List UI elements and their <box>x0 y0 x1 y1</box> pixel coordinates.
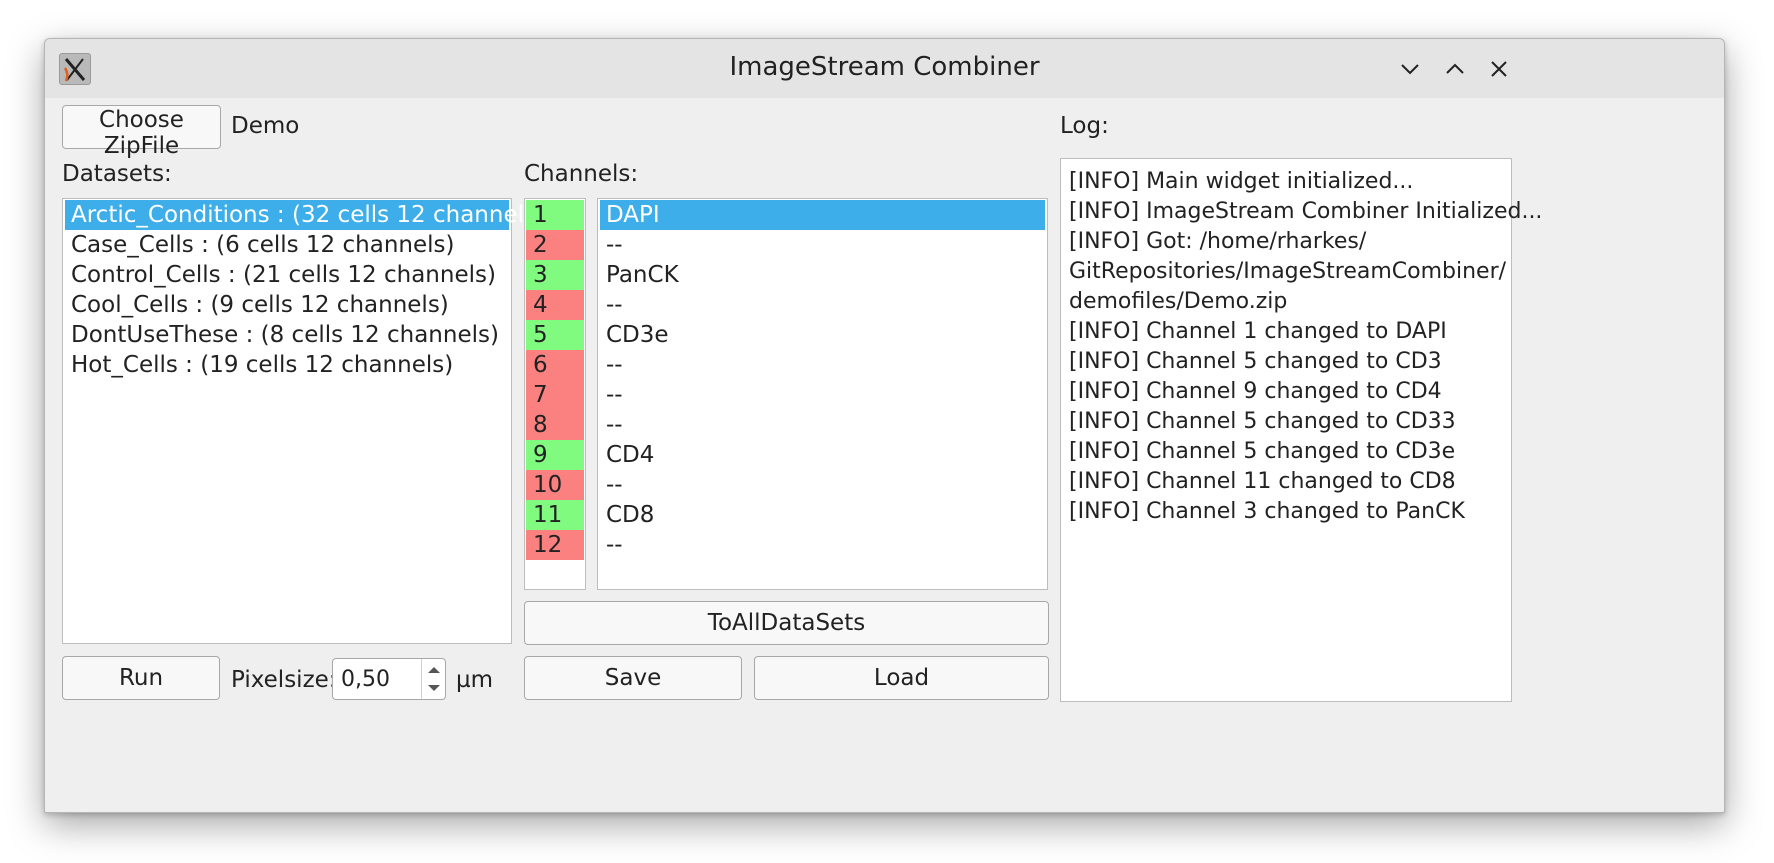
channel-number-list[interactable]: 1 2 3 4 5 6 7 8 9 10 11 12 <box>524 198 586 590</box>
log-line: [INFO] Channel 5 changed to CD3e <box>1069 439 1456 464</box>
log-line: GitRepositories/ImageStreamCombiner/ <box>1069 259 1507 284</box>
spin-down-icon[interactable] <box>423 681 445 695</box>
dataset-item[interactable]: Arctic_Conditions : (32 cells 12 channel… <box>65 200 545 230</box>
log-line: [INFO] ImageStream Combiner Initialized.… <box>1069 199 1543 224</box>
window-title: ImageStream Combiner <box>729 52 1040 82</box>
channel-number-item[interactable]: 8 <box>526 410 584 440</box>
channel-name-item[interactable]: -- <box>600 290 1045 320</box>
channel-number-item[interactable]: 11 <box>526 500 584 530</box>
channel-name-item[interactable]: CD8 <box>600 500 1045 530</box>
to-all-datasets-button[interactable]: ToAllDataSets <box>524 601 1049 645</box>
dataset-item[interactable]: Control_Cells : (21 cells 12 channels) <box>65 260 509 290</box>
log-line: [INFO] Channel 9 changed to CD4 <box>1069 379 1442 404</box>
channel-number-item[interactable]: 1 <box>526 200 584 230</box>
channel-number-item[interactable]: 9 <box>526 440 584 470</box>
log-view[interactable]: [INFO] Main widget initialized... [INFO] … <box>1060 158 1542 702</box>
datasets-label: Datasets: <box>62 161 172 187</box>
spinbox-divider <box>421 659 422 699</box>
maximize-button[interactable] <box>1439 53 1471 85</box>
pixelsize-value: 0,50 <box>341 667 390 692</box>
pixelsize-label: Pixelsize: <box>231 667 337 693</box>
channel-name-item[interactable]: CD4 <box>600 440 1045 470</box>
save-button[interactable]: Save <box>524 656 742 700</box>
channel-number-item[interactable]: 7 <box>526 380 584 410</box>
channel-name-item[interactable]: CD3e <box>600 320 1045 350</box>
chevron-down-icon <box>1401 64 1419 75</box>
log-line: demofiles/Demo.zip <box>1069 289 1288 314</box>
channel-number-item[interactable]: 4 <box>526 290 584 320</box>
choose-zipfile-button[interactable]: Choose ZipFile <box>62 105 221 159</box>
zip-name-label: Demo <box>231 113 300 139</box>
log-line: [INFO] Channel 5 changed to CD3 <box>1069 349 1442 374</box>
datasets-list[interactable]: Arctic_Conditions : (32 cells 12 channel… <box>62 198 545 644</box>
channel-name-item[interactable]: -- <box>600 380 1045 410</box>
channels-label: Channels: <box>524 161 639 187</box>
channel-name-item[interactable]: -- <box>600 350 1045 380</box>
log-line: [INFO] Channel 1 changed to DAPI <box>1069 319 1447 344</box>
dataset-item[interactable]: Hot_Cells : (19 cells 12 channels) <box>65 350 509 380</box>
minimize-button[interactable] <box>1394 53 1426 85</box>
channel-name-item[interactable]: PanCK <box>600 260 1045 290</box>
dataset-item[interactable]: Case_Cells : (6 cells 12 channels) <box>65 230 509 260</box>
channel-number-item[interactable]: 5 <box>526 320 584 350</box>
dataset-item[interactable]: Cool_Cells : (9 cells 12 channels) <box>65 290 509 320</box>
log-line: [INFO] Main widget initialized... <box>1069 169 1414 194</box>
channel-number-item[interactable]: 6 <box>526 350 584 380</box>
log-line: [INFO] Channel 3 changed to PanCK <box>1069 499 1465 524</box>
channel-number-item[interactable]: 10 <box>526 470 584 500</box>
dataset-item[interactable]: DontUseThese : (8 cells 12 channels) <box>65 320 509 350</box>
channel-name-item[interactable]: -- <box>600 470 1045 500</box>
channel-name-item[interactable]: -- <box>600 230 1045 260</box>
log-label: Log: <box>1060 113 1109 139</box>
load-button[interactable]: Load <box>754 656 1049 700</box>
channel-name-item[interactable]: DAPI <box>600 200 1045 230</box>
pixelsize-spinbox[interactable]: 0,50 <box>332 658 446 700</box>
close-button[interactable] <box>1483 53 1515 85</box>
title-bar[interactable]: ImageStream Combiner <box>45 39 1724 98</box>
app-window: ImageStream Combiner Choose ZipFile Demo… <box>44 38 1725 813</box>
log-line: [INFO] Channel 11 changed to CD8 <box>1069 469 1456 494</box>
channel-name-list[interactable]: DAPI -- PanCK -- CD3e -- -- -- CD4 -- CD8 -- <box>597 198 1048 590</box>
channel-name-item[interactable]: -- <box>600 410 1045 440</box>
log-line: [INFO] Channel 5 changed to CD33 <box>1069 409 1456 434</box>
spin-up-icon[interactable] <box>423 663 445 677</box>
run-button[interactable]: Run <box>62 656 220 700</box>
channel-number-item[interactable]: 12 <box>526 530 584 560</box>
channel-number-item[interactable]: 2 <box>526 230 584 260</box>
chevron-up-icon <box>1446 63 1464 74</box>
channel-number-item[interactable]: 3 <box>526 260 584 290</box>
log-line: [INFO] Got: /home/rharkes/ <box>1069 229 1367 254</box>
channel-name-item[interactable]: -- <box>600 530 1045 560</box>
pixelsize-unit: µm <box>456 667 494 693</box>
close-icon <box>1491 61 1507 77</box>
